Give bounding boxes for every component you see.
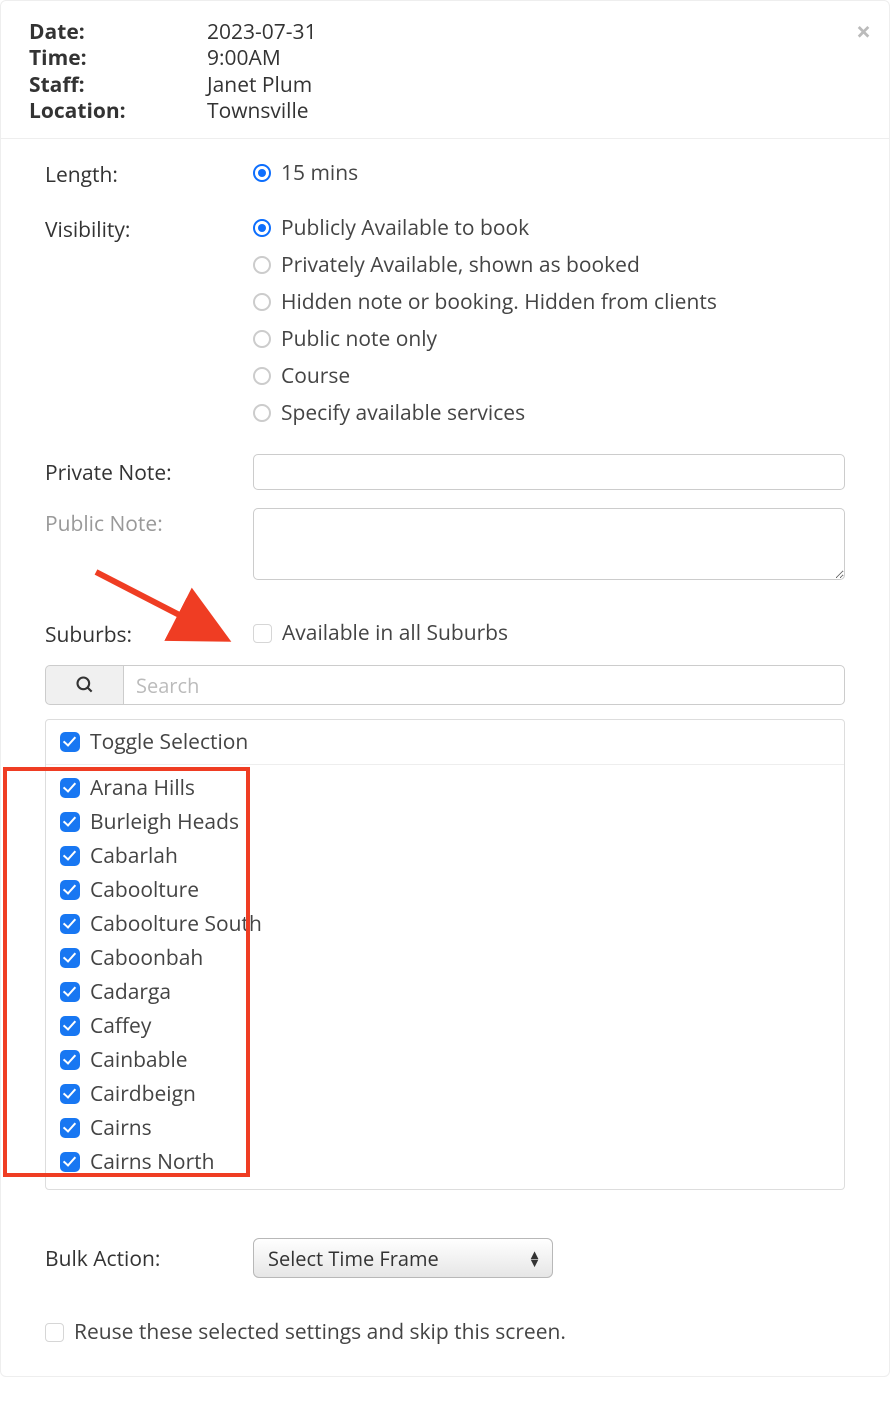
suburb-name: Cairdbeign <box>90 1080 196 1108</box>
list-item[interactable]: Caboolture <box>60 873 830 907</box>
suburb-list: Toggle Selection Arana Hills Burleigh Hea… <box>45 719 845 1190</box>
length-radio-15[interactable] <box>253 164 271 182</box>
visibility-label: Visibility: <box>45 214 253 244</box>
all-suburbs-checkbox[interactable] <box>253 624 272 643</box>
suburb-checkbox[interactable] <box>60 812 80 832</box>
private-note-input[interactable] <box>253 454 845 490</box>
meta-label-staff: Staff: <box>29 72 207 98</box>
visibility-option: Publicly Available to book <box>281 214 529 242</box>
list-item[interactable]: Caboonbah <box>60 941 830 975</box>
suburb-name: Arana Hills <box>90 774 195 802</box>
reuse-settings-checkbox[interactable] <box>45 1323 64 1342</box>
suburb-checkbox[interactable] <box>60 914 80 934</box>
dialog-body: Length: 15 mins Visibility: Publicly Ava… <box>1 139 889 1376</box>
list-item[interactable]: Cabarlah <box>60 839 830 873</box>
suburb-checkbox[interactable] <box>60 846 80 866</box>
dialog-header: Date: 2023-07-31 Time: 9:00AM Staff: Jan… <box>1 1 889 139</box>
suburb-checkbox[interactable] <box>60 1152 80 1172</box>
meta-value-date: 2023-07-31 <box>207 19 317 45</box>
visibility-radio-publicnote[interactable] <box>253 330 271 348</box>
meta-value-time: 9:00AM <box>207 45 281 71</box>
suburb-name: Cainbable <box>90 1046 188 1074</box>
list-item[interactable]: Cairns North <box>60 1145 830 1179</box>
length-option-label: 15 mins <box>281 159 358 187</box>
close-icon[interactable]: × <box>856 13 871 49</box>
meta-label-time: Time: <box>29 45 207 71</box>
suburb-checkbox[interactable] <box>60 1050 80 1070</box>
suburb-name: Caboolture South <box>90 910 262 938</box>
public-note-label: Public Note: <box>45 508 253 538</box>
meta-value-staff: Janet Plum <box>207 72 312 98</box>
visibility-option: Public note only <box>281 325 437 353</box>
visibility-radio-private[interactable] <box>253 256 271 274</box>
suburb-name: Caffey <box>90 1012 151 1040</box>
suburb-name: Caboonbah <box>90 944 203 972</box>
suburb-checkbox[interactable] <box>60 982 80 1002</box>
bulk-action-select[interactable]: Select Time Frame <box>253 1238 553 1278</box>
booking-dialog: × Date: 2023-07-31 Time: 9:00AM Staff: J… <box>0 0 890 1377</box>
length-label: Length: <box>45 159 253 189</box>
suburb-name: Burleigh Heads <box>90 808 239 836</box>
suburb-checkbox[interactable] <box>60 1118 80 1138</box>
suburb-name: Caboolture <box>90 876 199 904</box>
toggle-selection-checkbox[interactable] <box>60 732 80 752</box>
suburb-checkbox[interactable] <box>60 880 80 900</box>
suburb-search <box>45 665 845 705</box>
reuse-settings-label: Reuse these selected settings and skip t… <box>74 1318 566 1346</box>
visibility-radio-services[interactable] <box>253 404 271 422</box>
visibility-radio-course[interactable] <box>253 367 271 385</box>
list-item[interactable]: Burleigh Heads <box>60 805 830 839</box>
visibility-option: Specify available services <box>281 399 525 427</box>
public-note-textarea[interactable] <box>253 508 845 580</box>
suburbs-label: Suburbs: <box>45 619 253 649</box>
suburb-checkbox[interactable] <box>60 1084 80 1104</box>
visibility-option: Hidden note or booking. Hidden from clie… <box>281 288 717 316</box>
meta-label-date: Date: <box>29 19 207 45</box>
suburb-name: Cabarlah <box>90 842 178 870</box>
meta-label-location: Location: <box>29 98 207 124</box>
search-button[interactable] <box>45 665 123 705</box>
toggle-selection-label: Toggle Selection <box>90 728 248 756</box>
list-item[interactable]: Caboolture South <box>60 907 830 941</box>
all-suburbs-label: Available in all Suburbs <box>282 619 508 647</box>
list-item[interactable]: Cainbable <box>60 1043 830 1077</box>
private-note-label: Private Note: <box>45 457 253 487</box>
suburb-search-input[interactable] <box>123 665 845 705</box>
suburb-name: Cadarga <box>90 978 171 1006</box>
list-item[interactable]: Caffey <box>60 1009 830 1043</box>
bulk-action-label: Bulk Action: <box>45 1243 253 1273</box>
list-item[interactable]: Cairdbeign <box>60 1077 830 1111</box>
suburb-checkbox[interactable] <box>60 778 80 798</box>
visibility-radio-hidden[interactable] <box>253 293 271 311</box>
search-icon <box>75 675 95 695</box>
visibility-option: Course <box>281 362 350 390</box>
list-item[interactable]: Arana Hills <box>60 771 830 805</box>
suburb-checkbox[interactable] <box>60 948 80 968</box>
visibility-option: Privately Available, shown as booked <box>281 251 640 279</box>
suburb-name: Cairns North <box>90 1148 215 1176</box>
suburb-name: Cairns <box>90 1114 152 1142</box>
visibility-radio-public[interactable] <box>253 219 271 237</box>
list-item[interactable]: Cairns <box>60 1111 830 1145</box>
meta-value-location: Townsville <box>207 98 309 124</box>
suburb-checkbox[interactable] <box>60 1016 80 1036</box>
list-item[interactable]: Cadarga <box>60 975 830 1009</box>
